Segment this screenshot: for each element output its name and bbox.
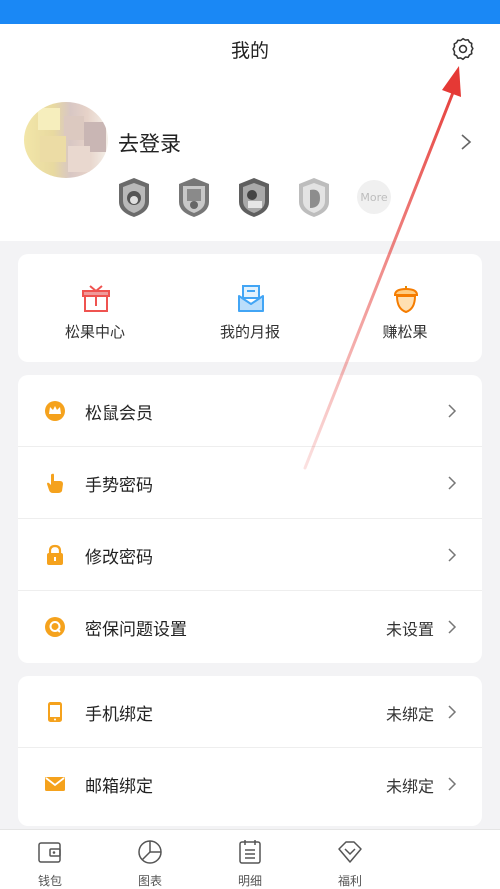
chevron-right-icon bbox=[448, 476, 457, 490]
calendar-list-icon bbox=[239, 840, 261, 864]
menu-row-label: 手机绑定 bbox=[85, 705, 153, 725]
phone-icon bbox=[48, 702, 62, 722]
badge-squirrel-icon-3[interactable] bbox=[236, 176, 272, 218]
menu-row-security-question[interactable]: 密保问题设置 未设置 bbox=[18, 591, 482, 663]
tab-details[interactable]: 明细 bbox=[210, 830, 290, 889]
menu-row-gesture-password[interactable]: 手势密码 bbox=[18, 447, 482, 519]
tab-label: 福利 bbox=[337, 874, 362, 888]
diamond-icon bbox=[338, 841, 362, 863]
bottom-tab-bar: 钱包 图表 明细 福利 bbox=[0, 829, 500, 889]
menu-row-status: 未绑定 bbox=[385, 705, 434, 724]
status-bar bbox=[0, 0, 500, 24]
tab-wallet[interactable]: 钱包 bbox=[10, 830, 90, 889]
envelope-icon bbox=[45, 777, 65, 791]
menu-row-change-password[interactable]: 修改密码 bbox=[18, 519, 482, 591]
crown-icon bbox=[45, 401, 65, 421]
menu-row-phone-binding[interactable]: 手机绑定 未绑定 bbox=[18, 676, 482, 748]
tab-benefits[interactable]: 福利 bbox=[310, 830, 390, 889]
tab-label: 明细 bbox=[237, 874, 262, 888]
hand-pointer-icon bbox=[47, 473, 63, 493]
chevron-right-icon bbox=[448, 404, 457, 418]
tab-label: 图表 bbox=[137, 874, 162, 888]
more-badges-button[interactable]: More bbox=[357, 180, 391, 214]
menu-row-label: 密保问题设置 bbox=[85, 620, 187, 640]
acorn-icon bbox=[393, 286, 419, 314]
menu-row-membership[interactable]: 松鼠会员 bbox=[18, 375, 482, 447]
binding-menu-card: 手机绑定 未绑定 邮箱绑定 未绑定 bbox=[18, 676, 482, 826]
quick-action-label: 松果中心 bbox=[64, 323, 125, 341]
menu-row-email-binding[interactable]: 邮箱绑定 未绑定 bbox=[18, 748, 482, 820]
badge-squirrel-icon-1[interactable] bbox=[116, 176, 152, 218]
quick-action-pine-center[interactable]: 松果中心 bbox=[18, 254, 172, 362]
menu-row-label: 手势密码 bbox=[85, 476, 153, 496]
gear-icon bbox=[452, 37, 474, 61]
chevron-right-icon bbox=[448, 777, 457, 791]
lock-icon bbox=[47, 544, 63, 565]
login-link[interactable]: 去登录 bbox=[118, 128, 181, 158]
chevron-right-icon bbox=[448, 620, 457, 634]
chevron-right-icon bbox=[448, 548, 457, 562]
chevron-right-icon[interactable] bbox=[456, 130, 476, 154]
wallet-icon bbox=[38, 842, 61, 863]
quick-action-label: 赚松果 bbox=[382, 323, 428, 341]
menu-row-label: 松鼠会员 bbox=[85, 404, 153, 424]
pie-chart-icon bbox=[138, 840, 162, 864]
quick-actions-card: 松果中心 我的月报 赚松果 bbox=[18, 254, 482, 362]
quick-action-monthly-report[interactable]: 我的月报 bbox=[173, 254, 327, 362]
menu-row-label: 邮箱绑定 bbox=[85, 777, 153, 797]
menu-row-label: 修改密码 bbox=[85, 548, 153, 568]
tab-charts[interactable]: 图表 bbox=[110, 830, 190, 889]
page-title: 我的 bbox=[230, 40, 269, 62]
security-menu-card: 松鼠会员 手势密码 修改密码 密保问题设置 未设置 bbox=[18, 375, 482, 663]
menu-row-status: 未绑定 bbox=[385, 777, 434, 796]
settings-button[interactable] bbox=[448, 34, 478, 64]
gift-icon bbox=[82, 285, 110, 312]
menu-row-status: 未设置 bbox=[385, 620, 434, 639]
question-q-icon bbox=[45, 617, 65, 637]
badge-squirrel-icon-2[interactable] bbox=[176, 176, 212, 218]
quick-action-earn-pinecones[interactable]: 赚松果 bbox=[328, 254, 482, 362]
mail-report-icon bbox=[238, 285, 264, 312]
badge-squirrel-icon-4[interactable] bbox=[296, 176, 332, 218]
chevron-right-icon bbox=[448, 705, 457, 719]
tab-label: 钱包 bbox=[37, 874, 62, 888]
quick-action-label: 我的月报 bbox=[219, 323, 280, 341]
avatar[interactable] bbox=[24, 102, 108, 178]
